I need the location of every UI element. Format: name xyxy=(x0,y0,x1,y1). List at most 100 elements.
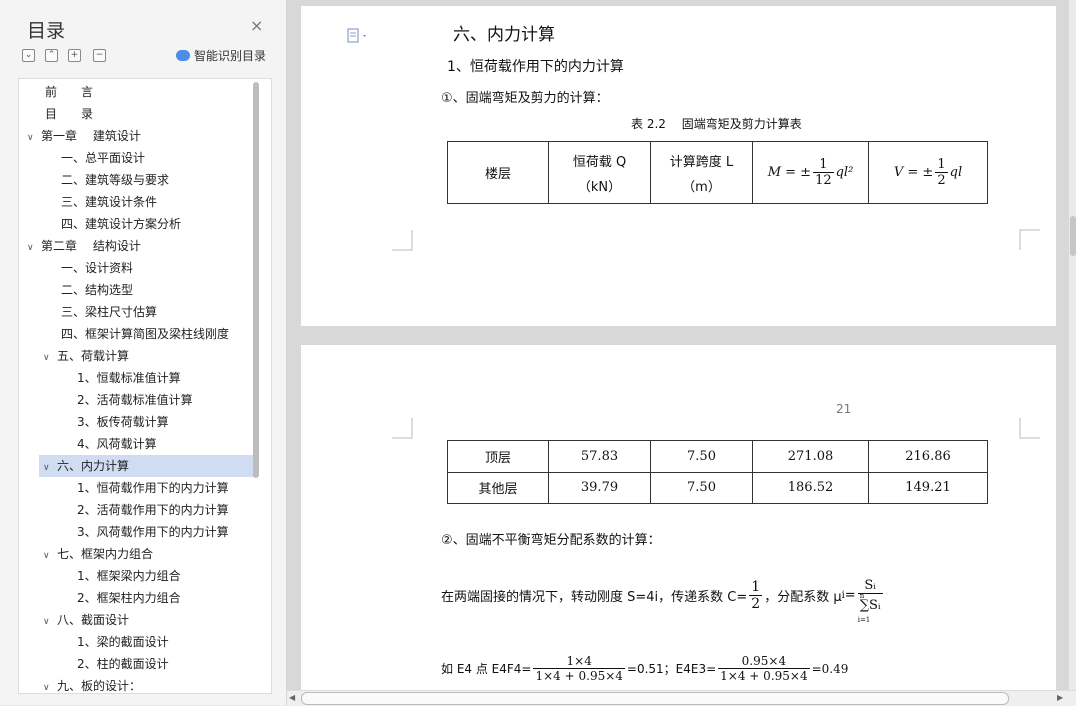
chevron-down-icon[interactable]: ∨ xyxy=(43,677,57,693)
toc-item-label: 八、截面设计 xyxy=(57,613,130,627)
chevron-down-icon[interactable]: ∨ xyxy=(43,347,57,369)
toc-item[interactable]: 三、建筑设计条件 xyxy=(61,191,157,213)
toc-item[interactable]: 一、设计资料 xyxy=(61,257,133,279)
table-cell: 7.50 xyxy=(650,471,753,504)
toc-item-label: 前 言 xyxy=(45,85,94,99)
expand-up-icon[interactable]: ⌃ xyxy=(45,49,58,62)
header-floor: 楼层 xyxy=(447,141,549,204)
toc-item-label: 2、框架柱内力组合 xyxy=(77,591,181,605)
document-page: 21 顶层 57.83 7.50 271.08 216.86 其他层 39.79… xyxy=(301,345,1056,690)
toc-item-label: 3、风荷载作用下的内力计算 xyxy=(77,525,229,539)
toc-item[interactable]: 1、恒荷载作用下的内力计算 xyxy=(77,477,229,499)
toc-item-label: 1、恒荷载作用下的内力计算 xyxy=(77,481,229,495)
toc-item[interactable]: 目 录 xyxy=(45,103,93,125)
toc-item-label: 目 录 xyxy=(45,107,94,121)
toc-item-label: 第一章 建筑设计 xyxy=(41,129,141,143)
table-cell: 顶层 xyxy=(447,440,549,473)
table-cell: 216.86 xyxy=(868,440,988,473)
toc-item[interactable]: ∨ 六、内力计算 xyxy=(39,455,255,477)
toc-item[interactable]: 四、框架计算简图及梁柱线刚度 xyxy=(61,323,229,345)
close-icon[interactable]: × xyxy=(250,16,263,35)
toc-list: 前 言目 录 ∨ 第一章 建筑设计 一、总平面设计 二、建筑等级与要求 三、建筑设计条件四… xyxy=(18,78,272,694)
item-2-text: ②、固端不平衡弯矩分配系数的计算： xyxy=(441,533,661,548)
toc-item[interactable]: ∨ 五、荷载计算 xyxy=(43,345,129,367)
toc-scrollbar[interactable] xyxy=(253,82,259,478)
scroll-left-icon[interactable]: ◀ xyxy=(289,693,295,702)
carry-frac-den: 2 xyxy=(751,596,761,612)
toc-item[interactable]: 二、建筑等级与要求 xyxy=(61,169,169,191)
header-span: 计算跨度 L （m） xyxy=(650,141,753,204)
toc-item[interactable]: ∨ 七、框架内力组合 xyxy=(43,543,153,565)
toc-item-label: 1、框架梁内力组合 xyxy=(77,569,181,583)
example-text-3: =0.49 xyxy=(811,661,849,676)
toc-item[interactable]: 一、总平面设计 xyxy=(61,147,145,169)
document-area: 六、内力计算 1、恒荷载作用下的内力计算 ①、固端弯矩及剪力的计算： 表 2.2… xyxy=(287,0,1076,690)
toc-item[interactable]: 1、梁的截面设计 xyxy=(77,631,169,653)
header-load: 恒荷载 Q （kN） xyxy=(548,141,651,204)
toc-panel: 目录 × ⌄ ⌃ + − 智能识别目录 前 言目 录 ∨ 第一章 建筑设计 一、总平面… xyxy=(0,0,287,705)
toc-item[interactable]: 2、柱的截面设计 xyxy=(77,653,169,675)
toc-item[interactable]: 2、活荷载作用下的内力计算 xyxy=(77,499,229,521)
toc-item[interactable]: 3、风荷载作用下的内力计算 xyxy=(77,521,229,543)
toc-item[interactable]: 1、恒载标准值计算 xyxy=(77,367,181,389)
toc-item[interactable]: 三、梁柱尺寸估算 xyxy=(61,301,157,323)
ai-recognize-toc-button[interactable]: 智能识别目录 xyxy=(176,47,266,64)
toc-item[interactable]: 2、活荷载标准值计算 xyxy=(77,389,193,411)
table-caption: 表 2.2 固端弯矩及剪力计算表 xyxy=(631,117,802,131)
vertical-scrollbar[interactable] xyxy=(1069,0,1076,690)
section-heading: 六、内力计算 xyxy=(453,25,555,45)
toc-item-label: 三、梁柱尺寸估算 xyxy=(61,305,158,319)
toc-item[interactable]: 2、框架柱内力组合 xyxy=(77,587,181,609)
shear-frac-num: 1 xyxy=(935,157,948,173)
toc-item[interactable]: 4、风荷载计算 xyxy=(77,433,157,455)
toc-item[interactable]: ∨ 第二章 结构设计 xyxy=(27,235,141,257)
chevron-down-icon[interactable]: ∨ xyxy=(43,611,57,633)
table-cell: 39.79 xyxy=(548,471,651,504)
sum-lower-limit: i=1 xyxy=(857,616,871,624)
toc-item-label: 三、建筑设计条件 xyxy=(61,195,158,209)
para-text-3: = xyxy=(844,588,856,603)
scroll-right-icon[interactable]: ▶ xyxy=(1057,693,1063,702)
toc-item-label: 一、总平面设计 xyxy=(61,151,146,165)
shear-frac-den: 2 xyxy=(937,173,946,188)
remove-entry-icon[interactable]: − xyxy=(93,49,106,62)
toc-item-label: 2、柱的截面设计 xyxy=(77,657,169,671)
crop-mark xyxy=(1019,418,1040,439)
table-cell: 186.52 xyxy=(752,471,869,504)
toc-item-label: 1、恒载标准值计算 xyxy=(77,371,181,385)
chevron-down-icon[interactable]: ∨ xyxy=(43,545,57,567)
add-entry-icon[interactable]: + xyxy=(68,49,81,62)
toc-item[interactable]: ∨ 八、截面设计 xyxy=(43,609,129,631)
toc-item[interactable]: ∨ 第一章 建筑设计 xyxy=(27,125,141,147)
toc-item-label: 七、框架内力组合 xyxy=(57,547,154,561)
toc-item-label: 2、活荷载作用下的内力计算 xyxy=(77,503,229,517)
toc-item-label: 二、结构选型 xyxy=(61,283,134,297)
toc-item-label: 1、梁的截面设计 xyxy=(77,635,169,649)
header-moment-formula: M = ±1 12 ql² xyxy=(752,141,869,204)
toc-item[interactable]: 3、板传荷载计算 xyxy=(77,411,169,433)
vertical-scroll-thumb[interactable] xyxy=(1070,216,1076,256)
toc-item-label: 九、板的设计： xyxy=(57,679,142,693)
moment-frac-den: 12 xyxy=(815,173,832,188)
toc-item[interactable]: 二、结构选型 xyxy=(61,279,133,301)
toc-item-label: 二、建筑等级与要求 xyxy=(61,173,170,187)
toc-item[interactable]: ∨ 九、板的设计： xyxy=(43,675,142,693)
mu-frac-den: ∑Sᵢ xyxy=(859,598,881,613)
distribution-paragraph: 在两端固接的情况下，转动刚度 S=4i，传递系数 C= 12 ，分配系数 μi … xyxy=(441,578,885,624)
collapse-all-icon[interactable]: ⌄ xyxy=(22,49,35,62)
toc-item[interactable]: 四、建筑设计方案分析 xyxy=(61,213,181,235)
toc-item[interactable]: 前 言 xyxy=(45,81,93,103)
para-text-2: ，分配系数 μ xyxy=(764,590,842,605)
chevron-down-icon[interactable]: ∨ xyxy=(27,237,41,259)
item-1-text: ①、固端弯矩及剪力的计算： xyxy=(441,91,609,106)
page-menu-icon[interactable] xyxy=(346,28,370,44)
horizontal-scroll-thumb[interactable] xyxy=(301,692,1009,705)
toc-item-label: 3、板传荷载计算 xyxy=(77,415,169,429)
moment-frac-num: 1 xyxy=(813,157,834,173)
e4f4-frac-num: 1×4 xyxy=(533,654,625,669)
chevron-down-icon[interactable]: ∨ xyxy=(43,457,57,479)
chevron-down-icon[interactable]: ∨ xyxy=(27,127,41,149)
toc-item[interactable]: 1、框架梁内力组合 xyxy=(77,565,181,587)
toc-item-label: 一、设计资料 xyxy=(61,261,134,275)
toc-title: 目录 xyxy=(27,20,66,42)
